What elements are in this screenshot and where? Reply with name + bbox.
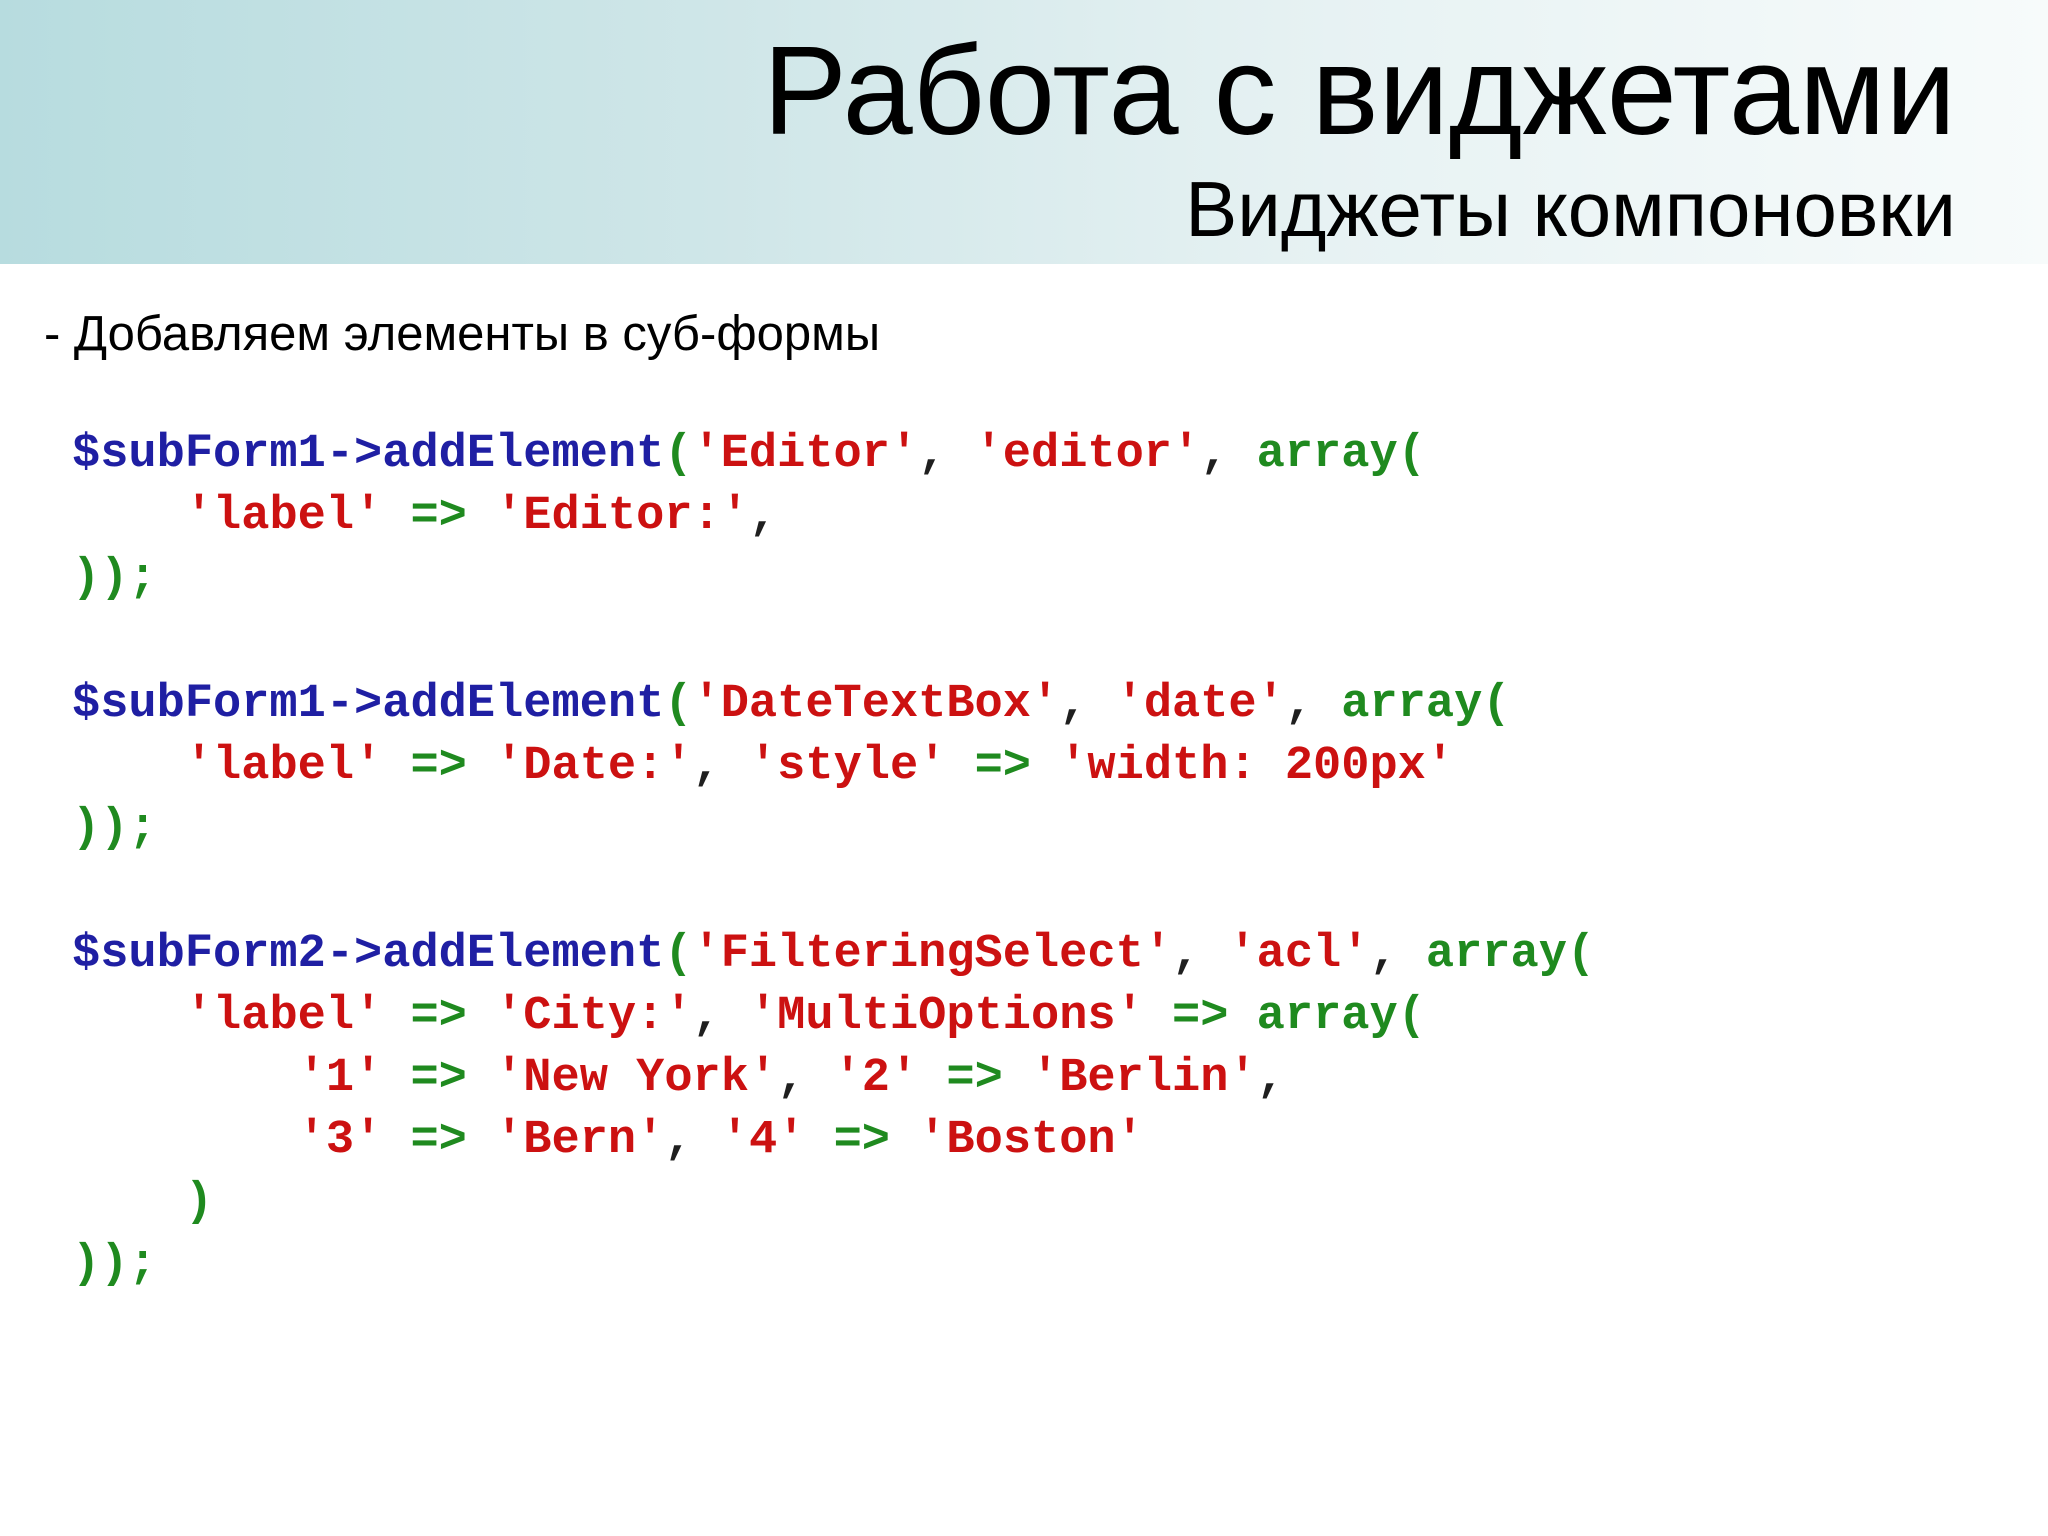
- code-keyword: array(: [1256, 428, 1426, 481]
- code-variable: $subForm2->addElement: [72, 928, 665, 981]
- code-keyword: array(: [1341, 678, 1511, 731]
- slide-title: Работа с виджетами: [762, 20, 1956, 161]
- code-line: ): [72, 1172, 213, 1234]
- code-string: 'City:': [495, 990, 693, 1043]
- code-comma: ,: [918, 428, 975, 481]
- code-line: 'label' => 'City:', 'MultiOptions' => ar…: [72, 986, 1426, 1048]
- code-comma: ,: [1059, 678, 1116, 731]
- code-string: 'label': [184, 990, 383, 1043]
- code-line: ));: [72, 798, 157, 860]
- code-paren: (: [664, 428, 693, 481]
- code-keyword: array(: [1256, 990, 1426, 1043]
- code-string: 'label': [184, 490, 383, 543]
- code-string: 'label': [184, 740, 383, 793]
- code-comma: ,: [777, 1052, 834, 1105]
- code-operator: =>: [1143, 990, 1257, 1043]
- code-string: 'DateTextBox': [692, 678, 1060, 731]
- slide-header: Работа с виджетами Виджеты компоновки: [0, 0, 2048, 264]
- code-string: 'Editor': [692, 428, 919, 481]
- code-operator: =>: [805, 1114, 919, 1167]
- code-operator: =>: [382, 990, 496, 1043]
- code-string: 'editor': [974, 428, 1201, 481]
- code-string: '3': [297, 1114, 383, 1167]
- code-string: 'style': [748, 740, 947, 793]
- code-string: '2': [833, 1052, 919, 1105]
- code-variable: $subForm1->addElement: [72, 678, 665, 731]
- code-operator: =>: [382, 740, 496, 793]
- code-keyword: array(: [1425, 928, 1596, 981]
- code-comma: ,: [692, 740, 749, 793]
- code-string: 'Berlin': [1031, 1052, 1257, 1105]
- code-line: $subForm1->addElement('Editor', 'editor'…: [72, 424, 1426, 486]
- code-line: 'label' => 'Date:', 'style' => 'width: 2…: [72, 736, 1454, 798]
- code-paren: (: [664, 928, 693, 981]
- code-comma: ,: [748, 490, 778, 543]
- code-string: 'FilteringSelect': [692, 928, 1172, 981]
- code-variable: $subForm1->addElement: [72, 428, 665, 481]
- code-line: $subForm2->addElement('FilteringSelect',…: [72, 924, 1595, 986]
- code-string: 'acl': [1228, 928, 1370, 981]
- code-comma: ,: [664, 1114, 721, 1167]
- code-string: 'date': [1115, 678, 1285, 731]
- code-operator: =>: [382, 1114, 496, 1167]
- code-close: ));: [72, 552, 157, 605]
- code-line: 'label' => 'Editor:',: [72, 486, 777, 548]
- code-close: ));: [72, 1238, 157, 1291]
- code-operator: =>: [382, 1052, 496, 1105]
- code-line: ));: [72, 548, 157, 610]
- code-string: 'New York': [495, 1052, 778, 1105]
- code-comma: ,: [1369, 928, 1426, 981]
- code-paren: (: [664, 678, 693, 731]
- code-comma: ,: [1172, 928, 1229, 981]
- code-operator: =>: [382, 490, 496, 543]
- code-string: 'MultiOptions': [748, 990, 1144, 1043]
- code-string: '4': [720, 1114, 806, 1167]
- code-comma: ,: [1200, 428, 1257, 481]
- code-string: 'Boston': [918, 1114, 1144, 1167]
- code-operator: =>: [946, 740, 1060, 793]
- code-line: '1' => 'New York', '2' => 'Berlin',: [72, 1048, 1285, 1110]
- slide-subtitle: Виджеты компоновки: [1185, 165, 1956, 253]
- code-string: 'Date:': [495, 740, 693, 793]
- code-comma: ,: [1284, 678, 1342, 731]
- code-line: ));: [72, 1234, 157, 1296]
- code-comma: ,: [692, 990, 749, 1043]
- code-close: ): [184, 1176, 214, 1229]
- code-string: 'Bern': [495, 1114, 665, 1167]
- code-line: $subForm1->addElement('DateTextBox', 'da…: [72, 674, 1511, 736]
- code-string: 'Editor:': [495, 490, 749, 543]
- code-string: '1': [297, 1052, 383, 1105]
- code-block: $subForm1->addElement('Editor', 'editor'…: [62, 422, 1782, 1292]
- code-line: '3' => 'Bern', '4' => 'Boston': [72, 1110, 1144, 1172]
- bullet-text: - Добавляем элементы в суб-формы: [44, 307, 881, 361]
- code-close: ));: [72, 802, 157, 855]
- code-comma: ,: [1256, 1052, 1285, 1105]
- code-operator: =>: [918, 1052, 1032, 1105]
- code-string: 'width: 200px': [1059, 740, 1455, 793]
